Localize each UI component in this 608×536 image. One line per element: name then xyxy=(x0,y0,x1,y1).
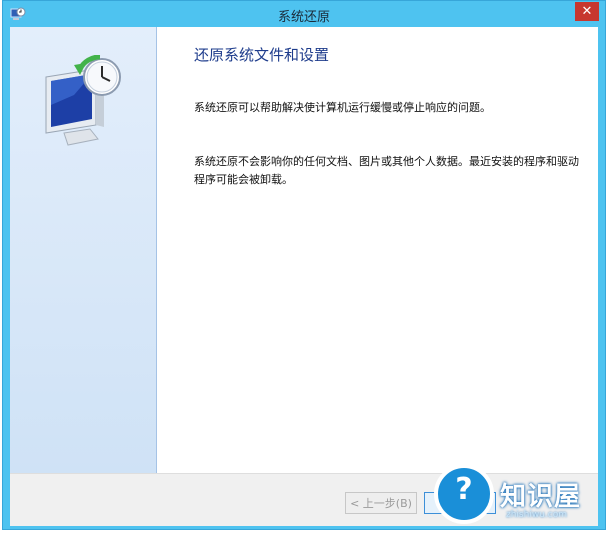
close-button[interactable]: ✕ xyxy=(575,2,599,21)
notice-text: 系统还原不会影响你的任何文档、图片或其他个人数据。最近安装的程序和驱动程序可能会… xyxy=(194,155,579,186)
page-title: 还原系统文件和设置 xyxy=(194,46,330,64)
watermark: ? 知识屋 zhishiwu.com xyxy=(420,458,608,536)
title-bar[interactable]: 系统还原 ✕ xyxy=(3,1,605,27)
watermark-brand: 知识屋 xyxy=(500,482,582,512)
question-mark-icon: ? xyxy=(434,464,494,524)
wizard-body: 还原系统文件和设置 系统还原可以帮助解决使计算机运行缓慢或停止响应的问题。 系统… xyxy=(10,27,598,473)
wizard-side-panel xyxy=(10,27,157,473)
monitor-clock-restore-icon xyxy=(34,54,134,159)
description-text: 系统还原可以帮助解决使计算机运行缓慢或停止响应的问题。 xyxy=(194,101,491,114)
back-button[interactable]: < 上一步(B) xyxy=(345,492,417,514)
system-restore-window: 系统还原 ✕ 还原系统文件和设置 系统还原可以帮助解决使计算机运行缓慢或停止响应… xyxy=(2,0,606,530)
watermark-url: zhishiwu.com xyxy=(506,510,567,520)
window-title: 系统还原 xyxy=(277,10,330,25)
